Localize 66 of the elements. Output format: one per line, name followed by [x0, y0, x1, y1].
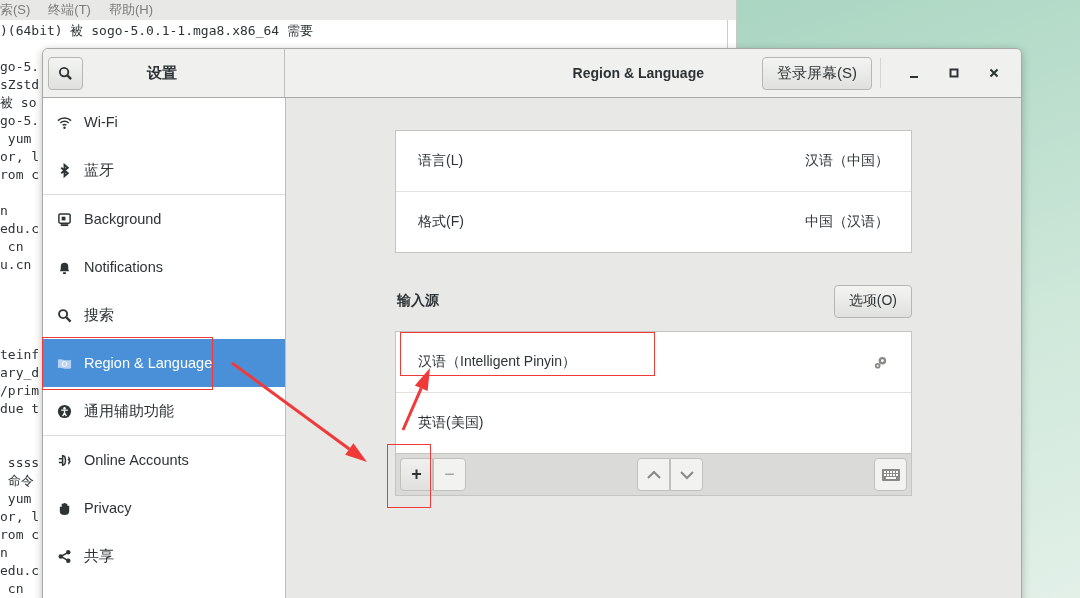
terminal-line: go-5.	[0, 112, 40, 130]
search-icon	[57, 307, 72, 323]
section-heading: 输入源	[397, 292, 439, 310]
menu-item[interactable]: 终端(T)	[48, 1, 91, 19]
sidebar-item[interactable]: Wi-Fi	[43, 98, 285, 146]
terminal-line: teinf	[0, 346, 40, 364]
terminal-line: ssss	[6, 454, 40, 472]
search-icon	[58, 65, 73, 81]
terminal-line: ary_d	[0, 364, 40, 382]
sidebar-item[interactable]: 蓝牙	[43, 146, 285, 194]
terminal-line: u.cn	[0, 256, 32, 274]
terminal-line: edu.c	[0, 220, 40, 238]
input-source-name[interactable]: 汉语（Intelligent Pinyin）	[418, 353, 576, 371]
chevron-up-icon	[646, 469, 661, 480]
terminal-line: yum	[6, 490, 32, 508]
window-title: Region & Language	[572, 65, 704, 81]
plug-icon	[57, 452, 72, 468]
input-source-name[interactable]: 英语(美国)	[418, 414, 484, 432]
terminal-line: 被 so	[0, 94, 37, 112]
minimize-icon	[910, 76, 918, 78]
sidebar-item[interactable]: Background	[43, 195, 285, 243]
terminal-line: cn	[6, 238, 24, 256]
terminal-line: rom c	[0, 166, 40, 184]
sidebar-item[interactable]: Privacy	[43, 484, 285, 532]
terminal-line: or, l	[0, 148, 40, 166]
terminal-line: /prim	[0, 382, 40, 400]
menu-item[interactable]: 帮助(H)	[108, 1, 153, 19]
sidebar-item[interactable]: 共享	[43, 532, 285, 580]
maximize-icon	[949, 68, 959, 78]
setting-row[interactable]: 格式(F) 中国（汉语）	[396, 191, 911, 252]
keyboard-icon	[881, 468, 900, 481]
terminal-line: edu.c	[0, 562, 40, 580]
monitor-icon	[57, 211, 72, 227]
chevron-down-icon	[679, 469, 694, 480]
login-screen-button[interactable]: 登录屏幕(S)	[762, 56, 872, 90]
terminal-line: n	[0, 544, 8, 562]
accessibility-icon	[57, 403, 72, 419]
move-up-button[interactable]	[637, 458, 670, 491]
keyboard-button[interactable]	[874, 458, 907, 491]
terminal-line: rom c	[0, 526, 40, 544]
terminal-line: due t	[0, 400, 40, 418]
terminal-line: sZstd	[0, 76, 40, 94]
search-button[interactable]	[48, 56, 83, 90]
sidebar-item[interactable]: 通用辅助功能	[43, 387, 285, 435]
terminal-line: go-5.	[0, 58, 40, 76]
terminal-line: yum	[6, 130, 32, 148]
close-icon	[989, 68, 999, 78]
sidebar-item[interactable]: Notifications	[43, 243, 285, 291]
add-button[interactable]: +	[400, 458, 433, 491]
sidebar-item[interactable]: 搜索	[43, 291, 285, 339]
gears-icon	[872, 354, 888, 370]
terminal-line: )(64bit) 被 sogo-5.0.1-1.mga8.x86_64 需要	[0, 22, 313, 40]
terminal-line: 命令	[6, 472, 34, 490]
terminal-line: or, l	[0, 508, 40, 526]
move-down-button[interactable]	[670, 458, 703, 491]
sidebar-title: 设置	[147, 63, 177, 83]
setting-row[interactable]: 语言(L) 汉语（中国）	[396, 131, 911, 191]
highlight-box	[387, 444, 431, 508]
wifi-icon	[57, 114, 72, 130]
options-button[interactable]: 选项(O)	[833, 284, 912, 318]
menu-item[interactable]: 索(S)	[0, 1, 31, 19]
share-icon	[57, 548, 72, 564]
hand-icon	[57, 500, 72, 516]
sidebar-item[interactable]: Online Accounts	[43, 436, 285, 484]
terminal-line: cn	[6, 580, 24, 598]
terminal-line: n	[0, 202, 8, 220]
